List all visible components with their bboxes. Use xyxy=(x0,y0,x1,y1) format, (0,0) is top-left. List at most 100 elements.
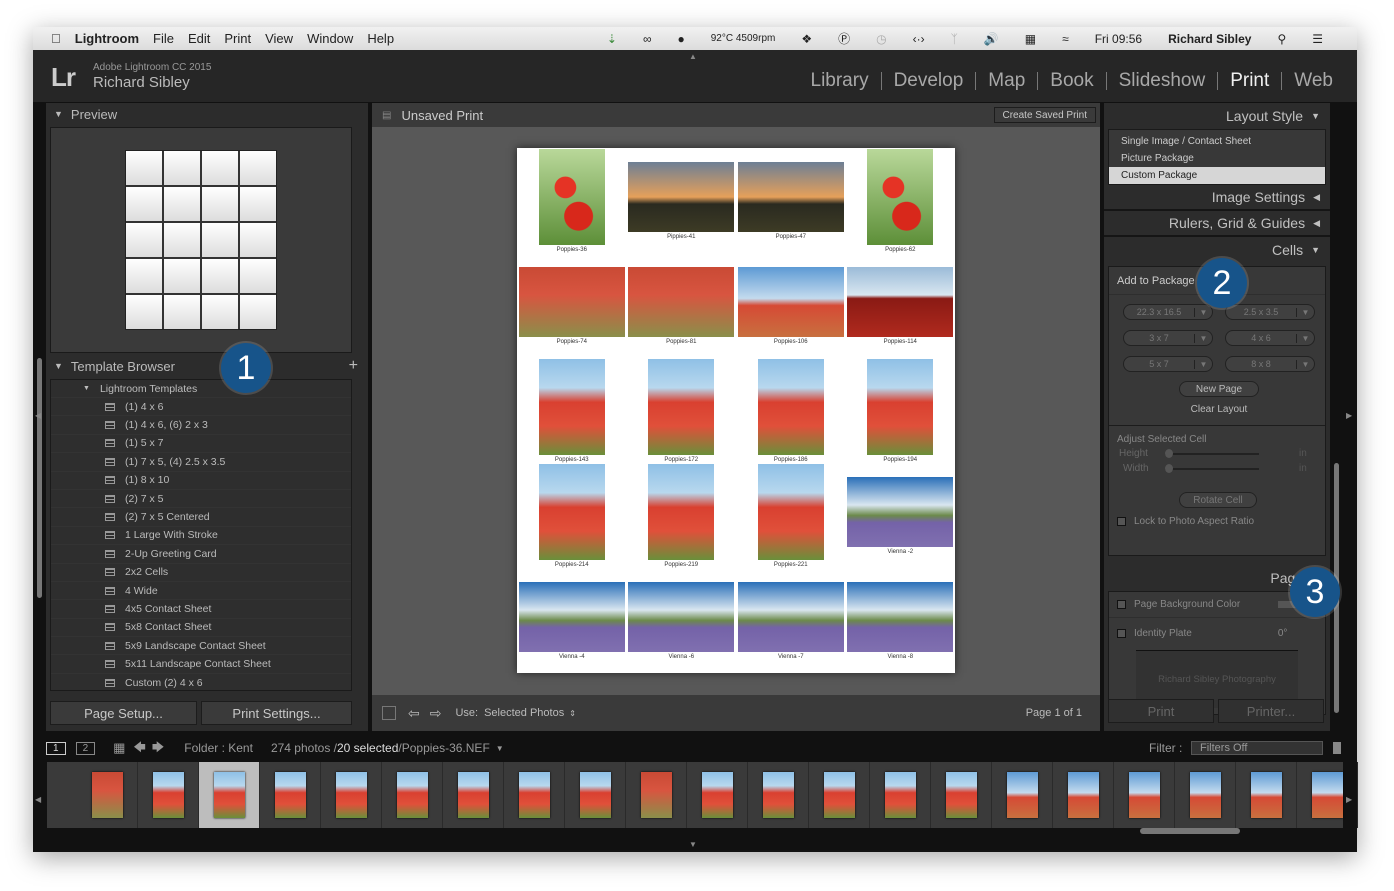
template-item[interactable]: 2x2 Cells xyxy=(51,564,351,582)
thumbnail[interactable] xyxy=(91,772,123,818)
notification-icon[interactable]: ☰ xyxy=(1312,32,1323,46)
size-dropdown[interactable]: 22.3 x 16.5 ▼ xyxy=(1123,304,1213,320)
slider-thumb-icon[interactable] xyxy=(1165,463,1173,473)
filmstrip-thumb[interactable] xyxy=(1053,762,1114,828)
photo-cell[interactable]: Poppies-106 xyxy=(736,253,846,358)
menu-app[interactable]: Lightroom xyxy=(75,31,139,46)
template-item[interactable]: 2-Up Greeting Card xyxy=(51,545,351,564)
module-library[interactable]: Library xyxy=(799,71,881,90)
filmstrip-thumb[interactable] xyxy=(504,762,565,828)
filmstrip-thumb[interactable] xyxy=(687,762,748,828)
photo-cell[interactable]: Vienna -6 xyxy=(627,568,737,673)
menu-help[interactable]: Help xyxy=(367,31,394,46)
photo-cell[interactable]: Pippies-41 xyxy=(627,148,737,253)
photo-cell[interactable]: Poppies-81 xyxy=(627,253,737,358)
thumbnail[interactable] xyxy=(274,772,306,818)
filmstrip-thumb[interactable] xyxy=(626,762,687,828)
filmstrip-thumb[interactable] xyxy=(1114,762,1175,828)
size-dropdown[interactable]: 4 x 6 ▼ xyxy=(1225,330,1315,346)
height-slider[interactable] xyxy=(1165,448,1259,458)
filmstrip-thumb[interactable] xyxy=(138,762,199,828)
chevron-down-icon[interactable]: ▼ xyxy=(1194,359,1212,369)
bluetooth-icon[interactable]: ᛉ xyxy=(951,32,958,46)
photo[interactable] xyxy=(757,358,824,455)
thumbnail[interactable] xyxy=(152,772,184,818)
thumbnail[interactable] xyxy=(396,772,428,818)
menu-view[interactable]: View xyxy=(265,31,293,46)
photo-cell[interactable]: Poppies-219 xyxy=(627,463,737,568)
photo[interactable] xyxy=(847,476,954,547)
photo-cell[interactable]: Poppies-74 xyxy=(517,253,627,358)
module-print[interactable]: Print xyxy=(1217,71,1281,90)
photo-cell[interactable]: Poppies-114 xyxy=(846,253,956,358)
layout-style-option[interactable]: Single Image / Contact Sheet xyxy=(1109,133,1325,150)
select-arrows-icon[interactable]: ⇕ xyxy=(569,709,576,718)
template-item[interactable]: Custom (2) 4 x 6 xyxy=(51,674,351,690)
size-dropdown[interactable]: 8 x 8 ▼ xyxy=(1225,356,1315,372)
photo[interactable] xyxy=(628,161,735,232)
template-item[interactable]: (1) 4 x 6 xyxy=(51,398,351,417)
thumbnail[interactable] xyxy=(1128,772,1160,818)
photo-cell[interactable]: Poppies-221 xyxy=(736,463,846,568)
filmstrip-thumb[interactable] xyxy=(77,762,138,828)
thumbnail[interactable] xyxy=(884,772,916,818)
module-web[interactable]: Web xyxy=(1281,71,1345,90)
template-item[interactable]: 4x5 Contact Sheet xyxy=(51,600,351,619)
photo[interactable] xyxy=(538,358,605,455)
size-dropdown[interactable]: 3 x 7 ▼ xyxy=(1123,330,1213,346)
folder-label[interactable]: Folder : Kent xyxy=(184,741,253,755)
photo-cell[interactable]: Poppies-36 xyxy=(517,148,627,253)
photo-cell[interactable]: Poppies-194 xyxy=(846,358,956,463)
bg-color-checkbox[interactable] xyxy=(1117,600,1126,609)
layout-style-option[interactable]: Custom Package xyxy=(1109,167,1325,184)
new-page-button[interactable]: New Page xyxy=(1179,381,1259,397)
chevron-down-icon[interactable]: ▼ xyxy=(1194,333,1212,343)
chevron-down-icon[interactable]: ▼ xyxy=(1296,333,1314,343)
left-scrollbar[interactable] xyxy=(37,358,42,598)
dropbox-icon[interactable]: ❖ xyxy=(801,32,812,46)
view-toggle-checkbox[interactable] xyxy=(382,706,396,720)
thumbnail[interactable] xyxy=(335,772,367,818)
chevron-down-icon[interactable]: ▼ xyxy=(1296,359,1314,369)
filmstrip-thumb[interactable] xyxy=(809,762,870,828)
photo[interactable] xyxy=(737,266,844,337)
chevron-down-icon[interactable]: ▼ xyxy=(1194,307,1212,317)
use-select[interactable]: Selected Photos xyxy=(484,707,564,719)
photo-cell[interactable]: Poppies-143 xyxy=(517,358,627,463)
creative-cloud-icon[interactable]: ∞ xyxy=(643,32,652,46)
page-setup-button[interactable]: Page Setup... xyxy=(50,701,197,725)
chevron-down-icon[interactable]: ▼ xyxy=(496,744,504,753)
spotlight-icon[interactable]: ⚲ xyxy=(1277,32,1286,46)
collapse-bottom-icon[interactable]: ▼ xyxy=(689,840,697,849)
volume-icon[interactable]: 🔊 xyxy=(984,32,999,46)
create-saved-print-button[interactable]: Create Saved Print xyxy=(993,107,1096,123)
chevron-down-icon[interactable]: ▼ xyxy=(1296,307,1314,317)
template-item[interactable]: 4 Wide xyxy=(51,582,351,601)
width-slider[interactable] xyxy=(1165,463,1259,473)
photo[interactable] xyxy=(847,266,954,337)
template-browser-header[interactable]: ▼ Template Browser + xyxy=(46,355,368,377)
filter-lock-icon[interactable] xyxy=(1333,742,1341,754)
second-screen-button[interactable]: 2 xyxy=(75,741,96,755)
time-machine-icon[interactable]: ◷ xyxy=(876,32,886,46)
download-icon[interactable]: ⇣ xyxy=(607,32,617,46)
template-item[interactable]: (2) 7 x 5 Centered xyxy=(51,508,351,527)
menu-window[interactable]: Window xyxy=(307,31,353,46)
photo[interactable] xyxy=(757,463,824,560)
photo[interactable] xyxy=(867,358,934,455)
layout-style-option[interactable]: Picture Package xyxy=(1109,150,1325,167)
thumbnail[interactable] xyxy=(1250,772,1282,818)
photo-cell[interactable]: Vienna -2 xyxy=(846,463,956,568)
user-name[interactable]: Richard Sibley xyxy=(1168,32,1251,46)
photo[interactable] xyxy=(538,463,605,560)
thumbnail[interactable] xyxy=(457,772,489,818)
menu-file[interactable]: File xyxy=(153,31,174,46)
image-settings-header[interactable]: Image Settings ◀ xyxy=(1104,185,1330,211)
printer-button[interactable]: Printer... xyxy=(1218,699,1324,723)
clock[interactable]: Fri 09:56 xyxy=(1095,32,1142,46)
photo-cell[interactable]: Poppies-186 xyxy=(736,358,846,463)
thumbnail[interactable] xyxy=(1067,772,1099,818)
identity-plate-angle[interactable]: 0° xyxy=(1278,628,1288,639)
identity-plate-checkbox[interactable] xyxy=(1117,628,1126,638)
size-dropdown[interactable]: 2.5 x 3.5 ▼ xyxy=(1225,304,1315,320)
